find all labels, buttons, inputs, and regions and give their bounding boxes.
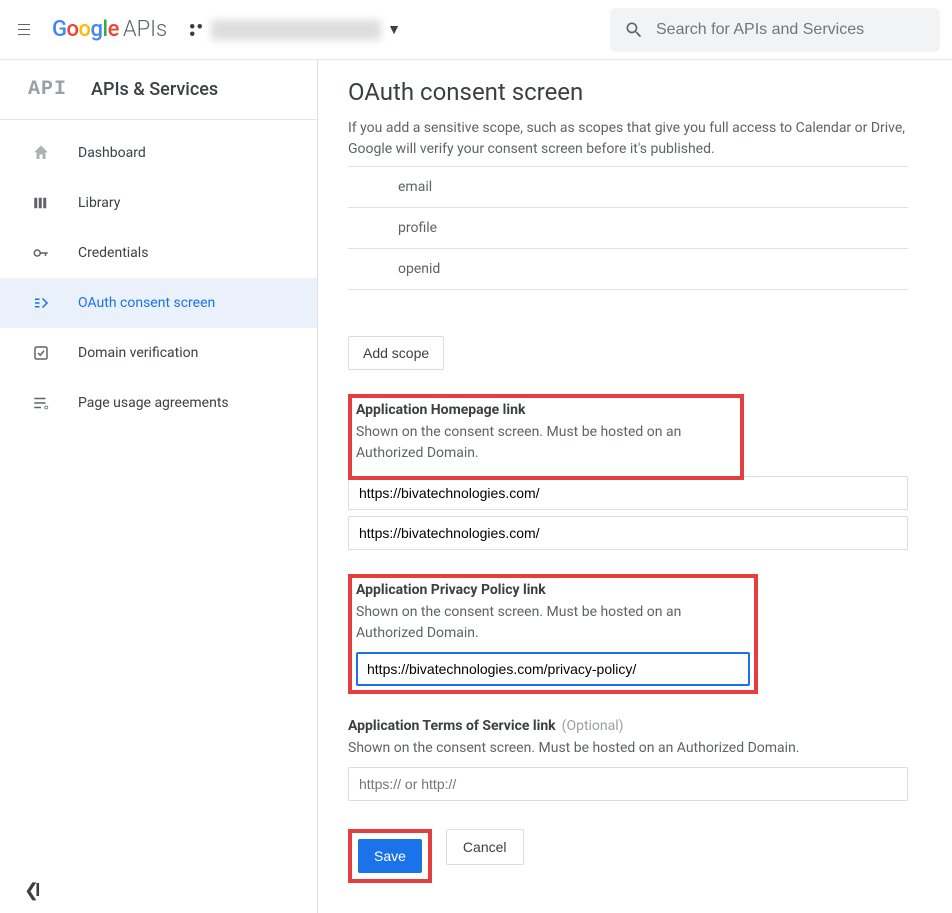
tos-label: Application Terms of Service link xyxy=(348,718,556,734)
key-icon xyxy=(30,242,52,264)
highlighted-homepage-box: Application Homepage link Shown on the c… xyxy=(348,394,744,480)
sidebar-item-dashboard[interactable]: Dashboard xyxy=(0,128,317,178)
chevron-down-icon: ▼ xyxy=(387,21,401,38)
verified-icon xyxy=(30,342,52,364)
save-button[interactable]: Save xyxy=(358,839,422,873)
sidebar-item-domain[interactable]: Domain verification xyxy=(0,328,317,378)
sidebar-item-oauth[interactable]: OAuth consent screen xyxy=(0,278,317,328)
sidebar-item-library[interactable]: Library xyxy=(0,178,317,228)
homepage-label: Application Homepage link xyxy=(356,402,736,418)
search-icon xyxy=(624,20,644,40)
privacy-desc: Shown on the consent screen. Must be hos… xyxy=(356,602,750,644)
sidebar-item-label: Credentials xyxy=(78,245,148,261)
google-apis-logo[interactable]: Google APIs xyxy=(52,17,167,42)
dashboard-icon xyxy=(30,142,52,164)
search-input[interactable] xyxy=(656,21,926,39)
sidebar-item-label: Library xyxy=(78,195,120,211)
sidebar-item-credentials[interactable]: Credentials xyxy=(0,228,317,278)
page-title: OAuth consent screen xyxy=(348,78,908,106)
api-badge: API xyxy=(28,78,67,101)
homepage-link-input-visible[interactable] xyxy=(348,516,908,550)
library-icon xyxy=(30,192,52,214)
scope-row: profile xyxy=(348,208,908,249)
highlighted-privacy-box: Application Privacy Policy link Shown on… xyxy=(348,574,758,694)
search-box[interactable] xyxy=(610,8,940,52)
collapse-sidebar-icon[interactable]: ❮I xyxy=(24,880,40,901)
homepage-link-input[interactable] xyxy=(348,476,908,510)
cancel-button[interactable]: Cancel xyxy=(446,829,524,865)
hamburger-menu-icon[interactable] xyxy=(12,18,36,42)
scope-row: email xyxy=(348,167,908,208)
tos-desc: Shown on the consent screen. Must be hos… xyxy=(348,738,908,759)
sidebar-item-label: Dashboard xyxy=(78,145,146,161)
privacy-label: Application Privacy Policy link xyxy=(356,582,750,598)
privacy-link-input[interactable] xyxy=(356,652,750,686)
consent-icon xyxy=(30,292,52,314)
homepage-desc: Shown on the consent screen. Must be hos… xyxy=(356,422,736,464)
tos-link-input[interactable] xyxy=(348,767,908,801)
sidebar-item-label: Domain verification xyxy=(78,345,198,361)
project-icon xyxy=(187,21,205,39)
sidebar-item-page-usage[interactable]: Page usage agreements xyxy=(0,378,317,428)
project-name-redacted xyxy=(211,20,381,40)
apis-label: APIs xyxy=(123,17,167,42)
scope-row: openid xyxy=(348,249,908,290)
highlighted-save-box: Save xyxy=(348,829,432,883)
section-title: APIs & Services xyxy=(91,79,218,100)
scopes-help-text: If you add a sensitive scope, such as sc… xyxy=(348,118,908,160)
agreements-icon xyxy=(30,392,52,414)
sidebar-item-label: OAuth consent screen xyxy=(78,295,215,311)
project-selector[interactable]: ▼ xyxy=(187,20,401,40)
sidebar-item-label: Page usage agreements xyxy=(78,395,229,411)
add-scope-button[interactable]: Add scope xyxy=(348,336,444,370)
optional-label: (Optional) xyxy=(562,718,624,734)
